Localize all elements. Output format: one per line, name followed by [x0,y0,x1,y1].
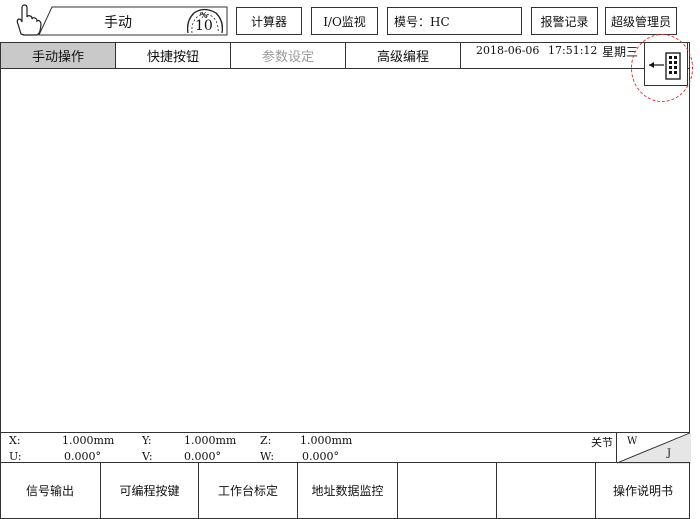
programmable-keys-button[interactable]: 可编程按键 [101,462,199,519]
empty-function-button-1[interactable] [398,462,497,519]
admin-button[interactable]: 超级管理员 [605,7,677,35]
main-panel [0,69,690,433]
signal-output-button[interactable]: 信号输出 [0,462,101,519]
z-axis-label: Z: [260,434,272,447]
io-monitor-button[interactable]: I/O监视 [311,7,378,35]
w-corner-label: W [627,436,638,447]
joint-label: 关节 [591,436,613,449]
x-axis-label: X: [9,434,21,447]
tab-parameter-settings[interactable]: 参数设定 [230,42,346,69]
y-axis-label: Y: [142,434,152,447]
time-display: 17:51:12 [548,44,598,57]
j-corner-label: J [667,448,672,459]
tab-manual-operation[interactable]: 手动操作 [0,42,116,69]
coordinate-mode-toggle[interactable]: W J [616,432,691,464]
tab-shortcut-buttons[interactable]: 快捷按钮 [115,42,231,69]
address-data-monitor-button[interactable]: 地址数据监控 [298,462,398,519]
speed-percent-gauge[interactable]: % 10 [184,7,226,37]
z-axis-value: 1.000mm [300,434,353,447]
mode-label: 手动 [104,15,132,31]
highlight-circle [631,34,693,102]
manual-button[interactable]: 操作说明书 [596,462,690,519]
tab-advanced-programming[interactable]: 高级编程 [345,42,461,69]
percent-value: 10 [195,18,213,34]
x-axis-value: 1.000mm [62,434,115,447]
worktable-calibration-button[interactable]: 工作台标定 [199,462,298,519]
empty-function-button-2[interactable] [497,462,596,519]
y-axis-value: 1.000mm [184,434,237,447]
alarm-log-button[interactable]: 报警记录 [531,7,598,35]
calculator-button[interactable]: 计算器 [236,7,302,35]
model-button[interactable]: 模号：HC [387,7,522,35]
date-display: 2018-06-06 [476,44,540,57]
